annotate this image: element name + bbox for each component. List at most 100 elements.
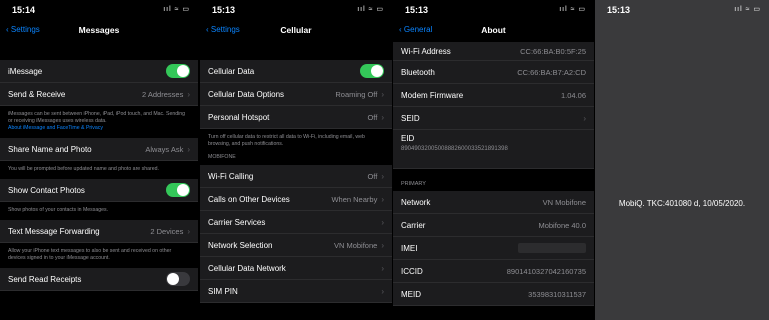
row-value: 2 Addresses xyxy=(142,89,184,99)
chevron-right-icon: › xyxy=(187,89,190,99)
signal-wifi-battery-icon: ııl ≈ ▭ xyxy=(357,6,384,13)
chevron-right-icon: › xyxy=(381,89,384,99)
row-label: SIM PIN xyxy=(208,286,238,296)
row-value: 89049032005008882600033521891398 xyxy=(401,146,508,152)
row-label: Carrier xyxy=(401,220,426,230)
row-value: VN Mobifone xyxy=(542,197,586,207)
carrier-services-row[interactable]: Carrier Services › xyxy=(200,211,392,234)
row-value: 2 Devices xyxy=(150,226,184,236)
send-receive-row[interactable]: Send & Receive 2 Addresses › xyxy=(0,83,198,106)
row-label: Carrier Services xyxy=(208,217,266,227)
imessage-row[interactable]: iMessage xyxy=(0,60,198,83)
wifi-calling-row[interactable]: Wi-Fi Calling Off › xyxy=(200,165,392,188)
about-settings-panel: 15:13 ııl ≈ ▭ ‹ General About Wi-Fi Addr… xyxy=(393,0,594,320)
chevron-right-icon: › xyxy=(381,217,384,227)
signal-wifi-battery-icon: ııl ≈ ▭ xyxy=(734,6,761,13)
status-time: 15:13 xyxy=(212,5,236,15)
signal-wifi-battery-icon: ııl ≈ ▭ xyxy=(559,6,586,13)
row-label: Network xyxy=(401,197,431,207)
section-header-primary: PRIMARY xyxy=(393,169,594,191)
row-value: CC:66:BA:B7:A2:CD xyxy=(517,67,586,77)
row-value: When Nearby xyxy=(331,194,378,204)
cellular-settings-panel: 15:13 ııl ≈ ▭ ‹ Settings Cellular Cellul… xyxy=(200,0,392,320)
status-bar: 15:14 ııl ≈ ▭ xyxy=(0,0,198,22)
show-contact-toggle[interactable] xyxy=(166,183,190,197)
network-row: Network VN Mobifone xyxy=(393,191,594,214)
cellular-footer: Turn off cellular data to restrict all d… xyxy=(200,129,392,154)
read-receipts-row[interactable]: Send Read Receipts xyxy=(0,268,198,291)
ussd-message-text: MobiQ. TKC:401080 d, 10/05/2020. xyxy=(618,199,746,208)
forwarding-row[interactable]: Text Message Forwarding 2 Devices › xyxy=(0,220,198,243)
chevron-right-icon: › xyxy=(583,113,586,123)
nav-bar: ‹ Settings Messages xyxy=(0,22,198,42)
row-label: IMEI xyxy=(401,243,418,253)
data-options-row[interactable]: Cellular Data Options Roaming Off › xyxy=(200,83,392,106)
row-label: EID xyxy=(401,134,415,143)
show-contact-footer: Show photos of your contacts in Messages… xyxy=(0,202,198,220)
status-bar: 15:13 ııl ≈ ▭ xyxy=(595,0,769,22)
about-list: Wi-Fi Address CC:66:BA:B0:5F:25 Bluetoot… xyxy=(393,42,594,306)
row-label: Bluetooth xyxy=(401,67,435,77)
share-name-row[interactable]: Share Name and Photo Always Ask › xyxy=(0,138,198,161)
status-time: 15:14 xyxy=(12,5,36,15)
privacy-link[interactable]: About iMessage and FaceTime & Privacy xyxy=(8,125,103,131)
iccid-row: ICCID 8901410327042160735 xyxy=(393,260,594,283)
chevron-right-icon: › xyxy=(187,226,190,236)
row-value: 1.04.06 xyxy=(560,90,586,100)
row-value: Off xyxy=(367,112,378,122)
nav-bar: ‹ Settings Cellular xyxy=(200,22,392,42)
meid-row: MEID 35398310311537 xyxy=(393,283,594,306)
row-label: Calls on Other Devices xyxy=(208,194,290,204)
redacted-value xyxy=(518,243,586,253)
chevron-right-icon: › xyxy=(381,194,384,204)
chevron-right-icon: › xyxy=(381,112,384,122)
modem-firmware-row: Modem Firmware 1.04.06 xyxy=(393,84,594,107)
calls-other-devices-row[interactable]: Calls on Other Devices When Nearby › xyxy=(200,188,392,211)
row-value: 35398310311537 xyxy=(528,289,586,299)
row-label: MEID xyxy=(401,289,421,299)
row-label: Cellular Data Network xyxy=(208,263,286,273)
imessage-toggle[interactable] xyxy=(166,64,190,78)
status-bar: 15:13 ııl ≈ ▭ xyxy=(393,0,594,22)
cellular-data-toggle[interactable] xyxy=(360,64,384,78)
status-time: 15:13 xyxy=(405,5,429,15)
chevron-right-icon: › xyxy=(381,263,384,273)
chevron-right-icon: › xyxy=(381,286,384,296)
settings-list: iMessage Send & Receive 2 Addresses › iM… xyxy=(0,60,198,291)
bluetooth-row: Bluetooth CC:66:BA:B7:A2:CD xyxy=(393,61,594,84)
show-contact-row[interactable]: Show Contact Photos xyxy=(0,179,198,202)
row-label: SEID xyxy=(401,113,420,123)
row-label: ICCID xyxy=(401,266,423,276)
read-receipts-toggle[interactable] xyxy=(166,272,190,286)
row-value: CC:66:BA:B0:5F:25 xyxy=(520,46,586,56)
row-value: Off xyxy=(367,171,378,181)
row-value: Always Ask xyxy=(145,144,184,154)
chevron-right-icon: › xyxy=(381,171,384,181)
network-selection-row[interactable]: Network Selection VN Mobifone › xyxy=(200,234,392,257)
row-label: Text Message Forwarding xyxy=(8,226,100,236)
cellular-data-row[interactable]: Cellular Data xyxy=(200,60,392,83)
hotspot-row[interactable]: Personal Hotspot Off › xyxy=(200,106,392,129)
row-label: Cellular Data xyxy=(208,66,255,76)
nav-bar: ‹ General About xyxy=(393,22,594,42)
sim-pin-row[interactable]: SIM PIN › xyxy=(200,280,392,303)
row-label: iMessage xyxy=(8,66,43,76)
row-value: Roaming Off xyxy=(335,89,378,99)
eid-row: EID 89049032005008882600033521891398 xyxy=(393,130,594,169)
status-bar: 15:13 ııl ≈ ▭ xyxy=(200,0,392,22)
signal-wifi-battery-icon: ııl ≈ ▭ xyxy=(163,6,190,13)
row-label: Share Name and Photo xyxy=(8,144,92,154)
page-title: Messages xyxy=(78,25,120,35)
page-title: About xyxy=(481,25,506,35)
seid-row[interactable]: SEID › xyxy=(393,107,594,130)
chevron-right-icon: › xyxy=(187,144,190,154)
footer-text: iMessages can be sent between iPhone, iP… xyxy=(8,111,186,124)
imessage-footer: iMessages can be sent between iPhone, iP… xyxy=(0,106,198,138)
section-header-mobifone: MOBIFONE xyxy=(200,154,392,165)
row-label: Send Read Receipts xyxy=(8,274,82,284)
ussd-message-panel: 15:13 ııl ≈ ▭ MobiQ. TKC:401080 d, 10/05… xyxy=(595,0,769,320)
imei-row: IMEI xyxy=(393,237,594,260)
row-value: Mobifone 40.0 xyxy=(538,220,586,230)
row-value: VN Mobifone xyxy=(333,240,378,250)
data-network-row[interactable]: Cellular Data Network › xyxy=(200,257,392,280)
